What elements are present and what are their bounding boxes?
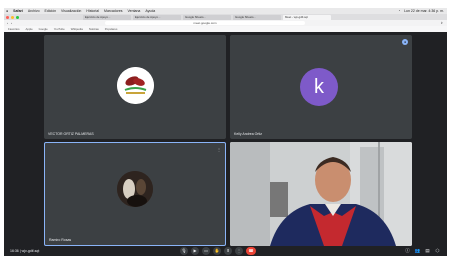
meeting-controls: 16:36 | wjv-gdif-sqt 🎙 ▶ ▭ ✋ ⬆ ⋮ ☎ ⓘ 👥 ▤… bbox=[4, 246, 447, 256]
browser-tab-active[interactable]: Meet - wjv-gdif-sqt bbox=[283, 14, 331, 20]
cacao-logo-avatar bbox=[117, 67, 154, 104]
participant-name: Ramiro Rosas bbox=[49, 238, 72, 242]
bookmark-item[interactable]: Google bbox=[39, 27, 48, 31]
bookmark-item[interactable]: Apple bbox=[26, 27, 33, 31]
participant-tile-active[interactable]: ⋮ Ramiro Rosas bbox=[44, 142, 226, 246]
pin-icon[interactable]: ⋮ bbox=[217, 147, 221, 152]
raise-hand-icon[interactable]: ✋ bbox=[213, 247, 221, 255]
back-icon[interactable]: ‹ bbox=[7, 21, 8, 25]
participant-tile[interactable]: k ● Kelly Andrea Ortiz bbox=[230, 35, 412, 139]
participant-tile[interactable]: VECTOR ORTIZ PALMERAS bbox=[44, 35, 226, 139]
people-icon[interactable]: 👥 bbox=[414, 247, 421, 255]
participant-name: VECTOR ORTIZ PALMERAS bbox=[48, 132, 94, 136]
bookmark-item[interactable]: Populares bbox=[105, 27, 118, 31]
address-bar[interactable]: meet.google.com bbox=[105, 21, 305, 25]
meeting-time: 16:36 bbox=[10, 249, 19, 253]
more-options-icon[interactable]: ● bbox=[402, 39, 408, 45]
photo-avatar bbox=[117, 171, 153, 207]
hang-up-button[interactable]: ☎ bbox=[246, 247, 256, 255]
zoom-window-icon[interactable] bbox=[16, 15, 19, 19]
camera-icon[interactable]: ▶ bbox=[191, 247, 199, 255]
close-window-icon[interactable] bbox=[6, 15, 9, 19]
present-icon[interactable]: ⬆ bbox=[224, 247, 232, 255]
browser-tab[interactable]: Ejercicio de Apoyo... bbox=[133, 14, 181, 20]
forward-icon[interactable]: › bbox=[11, 21, 12, 25]
minimize-window-icon[interactable] bbox=[11, 15, 14, 19]
meeting-code: wjv-gdif-sqt bbox=[21, 249, 40, 253]
letter-avatar: k bbox=[300, 68, 338, 106]
bookmark-item[interactable]: Wikipedia bbox=[71, 27, 83, 31]
info-icon[interactable]: ⓘ bbox=[404, 247, 411, 255]
browser-tab[interactable]: Google Sheets... bbox=[233, 14, 281, 20]
bookmark-item[interactable]: Noticias bbox=[89, 27, 99, 31]
bookmark-item[interactable]: YouTube bbox=[54, 27, 65, 31]
captions-icon[interactable]: ▭ bbox=[202, 247, 210, 255]
share-icon[interactable]: ⇪ bbox=[440, 21, 447, 25]
mic-icon[interactable]: 🎙 bbox=[180, 247, 188, 255]
bookmark-item[interactable]: Favoritos bbox=[8, 27, 20, 31]
chat-icon[interactable]: ▤ bbox=[424, 247, 431, 255]
activities-icon[interactable]: ⬡ bbox=[434, 247, 441, 255]
browser-tab[interactable]: Ejercicio de Apoyo... bbox=[83, 14, 131, 20]
meeting-stage: VECTOR ORTIZ PALMERAS k ● Kelly Andrea O… bbox=[4, 32, 447, 256]
video-feed bbox=[230, 142, 412, 246]
meeting-info: 16:36 | wjv-gdif-sqt bbox=[10, 249, 40, 253]
participant-video-tile[interactable] bbox=[230, 142, 412, 246]
browser-tab[interactable]: Google Sheets... bbox=[183, 14, 231, 20]
more-options-icon[interactable]: ⋮ bbox=[235, 247, 243, 255]
participant-name: Kelly Andrea Ortiz bbox=[234, 132, 263, 136]
